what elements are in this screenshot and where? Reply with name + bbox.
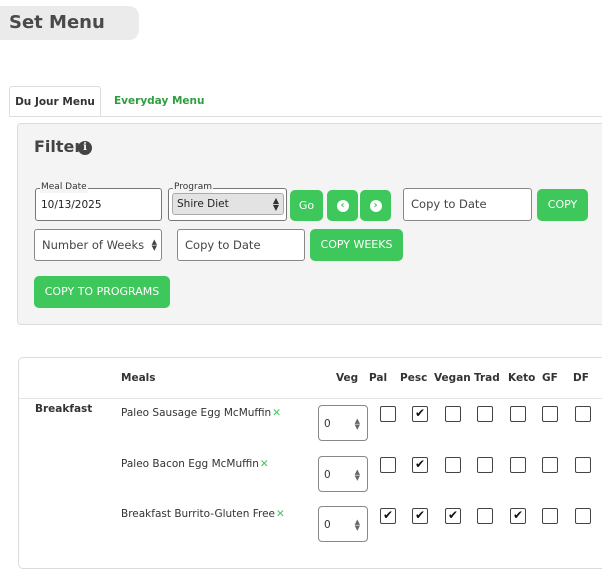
meal-name-text: Breakfast Burrito-Gluten Free — [121, 508, 276, 520]
program-select-value: Shire Diet — [177, 198, 229, 210]
veg-quantity-input[interactable]: 0 ▲ ▼ — [318, 456, 368, 492]
checkbox-trad[interactable] — [477, 406, 493, 422]
checkbox-vegan[interactable]: ✔ — [445, 508, 461, 524]
checkbox-vegan[interactable] — [445, 406, 461, 422]
copy-weeks-button[interactable]: COPY WEEKS — [310, 229, 403, 261]
checkbox-pal[interactable] — [380, 406, 396, 422]
meal-name: Paleo Bacon Egg McMuffin✕ — [121, 458, 269, 470]
program-legend: Program — [173, 182, 213, 193]
checkbox-vegan[interactable] — [445, 457, 461, 473]
remove-icon[interactable]: ✕ — [260, 458, 269, 470]
meal-date-field[interactable]: Meal Date 10/13/2025 — [35, 182, 162, 221]
remove-icon[interactable]: ✕ — [272, 407, 281, 419]
chevron-right-icon: › — [369, 200, 382, 212]
checkbox-gf[interactable] — [542, 406, 558, 422]
column-trad: Trad — [474, 372, 500, 384]
header-divider — [19, 398, 602, 399]
checkbox-df[interactable] — [575, 406, 591, 422]
veg-quantity-value: 0 — [324, 418, 331, 430]
number-of-weeks-select[interactable]: Number of Weeks ▲ ▼ — [34, 229, 162, 261]
veg-quantity-value: 0 — [324, 469, 331, 481]
number-of-weeks-value: Number of Weeks — [42, 238, 145, 252]
copy-to-date-input[interactable]: Copy to Date — [403, 188, 532, 221]
checkbox-pesc[interactable]: ✔ — [412, 406, 428, 422]
column-vegan: Vegan — [434, 372, 471, 384]
veg-quantity-input[interactable]: 0 ▲ ▼ — [318, 405, 368, 441]
meal-name: Breakfast Burrito-Gluten Free✕ — [121, 508, 285, 520]
column-keto: Keto — [508, 372, 536, 384]
tab-du-jour-menu[interactable]: Du Jour Menu — [9, 86, 101, 116]
checkbox-trad[interactable] — [477, 508, 493, 524]
meal-section-label: Breakfast — [35, 403, 93, 415]
checkbox-pal[interactable]: ✔ — [380, 508, 396, 524]
stepper-arrows-icon[interactable]: ▲ ▼ — [355, 519, 360, 532]
veg-quantity-input[interactable]: 0 ▲ ▼ — [318, 506, 368, 542]
checkbox-keto[interactable] — [510, 406, 526, 422]
veg-quantity-value: 0 — [324, 519, 331, 531]
stepper-arrows-icon[interactable]: ▲ ▼ — [355, 469, 360, 482]
checkbox-pesc[interactable]: ✔ — [412, 457, 428, 473]
meal-date-legend: Meal Date — [40, 182, 88, 193]
select-arrows-icon: ▲ ▼ — [272, 196, 279, 212]
copy-to-date-weeks-input[interactable]: Copy to Date — [177, 229, 305, 261]
column-pesc: Pesc — [400, 372, 428, 384]
select-arrows-icon: ▲ ▼ — [151, 238, 157, 252]
checkbox-df[interactable] — [575, 457, 591, 473]
filter-panel: Filter i Meal Date 10/13/2025 Program Sh… — [17, 123, 602, 325]
meal-name: Paleo Sausage Egg McMuffin✕ — [121, 407, 281, 419]
tab-everyday-menu[interactable]: Everyday Menu — [114, 86, 204, 116]
program-select[interactable]: Shire Diet ▲ ▼ — [172, 193, 284, 215]
column-veg: Veg — [336, 372, 359, 384]
meals-table: Meals Veg Pal Pesc Vegan Trad Keto GF DF… — [18, 357, 602, 569]
checkbox-keto[interactable]: ✔ — [510, 508, 526, 524]
stepper-arrows-icon[interactable]: ▲ ▼ — [355, 418, 360, 431]
menu-tabs: Du Jour Menu Everyday Menu — [9, 86, 602, 117]
column-pal: Pal — [369, 372, 388, 384]
checkbox-gf[interactable] — [542, 457, 558, 473]
checkbox-trad[interactable] — [477, 457, 493, 473]
next-date-button[interactable]: › — [360, 190, 391, 221]
column-meals: Meals — [121, 372, 156, 384]
checkbox-keto[interactable] — [510, 457, 526, 473]
checkbox-df[interactable] — [575, 508, 591, 524]
meal-date-value: 10/13/2025 — [41, 199, 102, 211]
meal-name-text: Paleo Bacon Egg McMuffin — [121, 458, 259, 470]
chevron-left-icon: ‹ — [336, 200, 349, 212]
page-title: Set Menu — [0, 6, 139, 40]
checkbox-pesc[interactable]: ✔ — [412, 508, 428, 524]
program-field: Program Shire Diet ▲ ▼ — [168, 182, 287, 221]
checkbox-pal[interactable] — [380, 457, 396, 473]
info-icon[interactable]: i — [78, 141, 92, 155]
filter-title: Filter — [34, 137, 83, 156]
copy-button[interactable]: COPY — [537, 189, 588, 221]
checkbox-gf[interactable] — [542, 508, 558, 524]
remove-icon[interactable]: ✕ — [276, 508, 285, 520]
prev-date-button[interactable]: ‹ — [327, 190, 358, 221]
go-button[interactable]: Go — [290, 190, 323, 221]
column-gf: GF — [542, 372, 558, 384]
column-df: DF — [573, 372, 589, 384]
meal-name-text: Paleo Sausage Egg McMuffin — [121, 407, 272, 419]
copy-to-programs-button[interactable]: COPY TO PROGRAMS — [34, 276, 170, 308]
